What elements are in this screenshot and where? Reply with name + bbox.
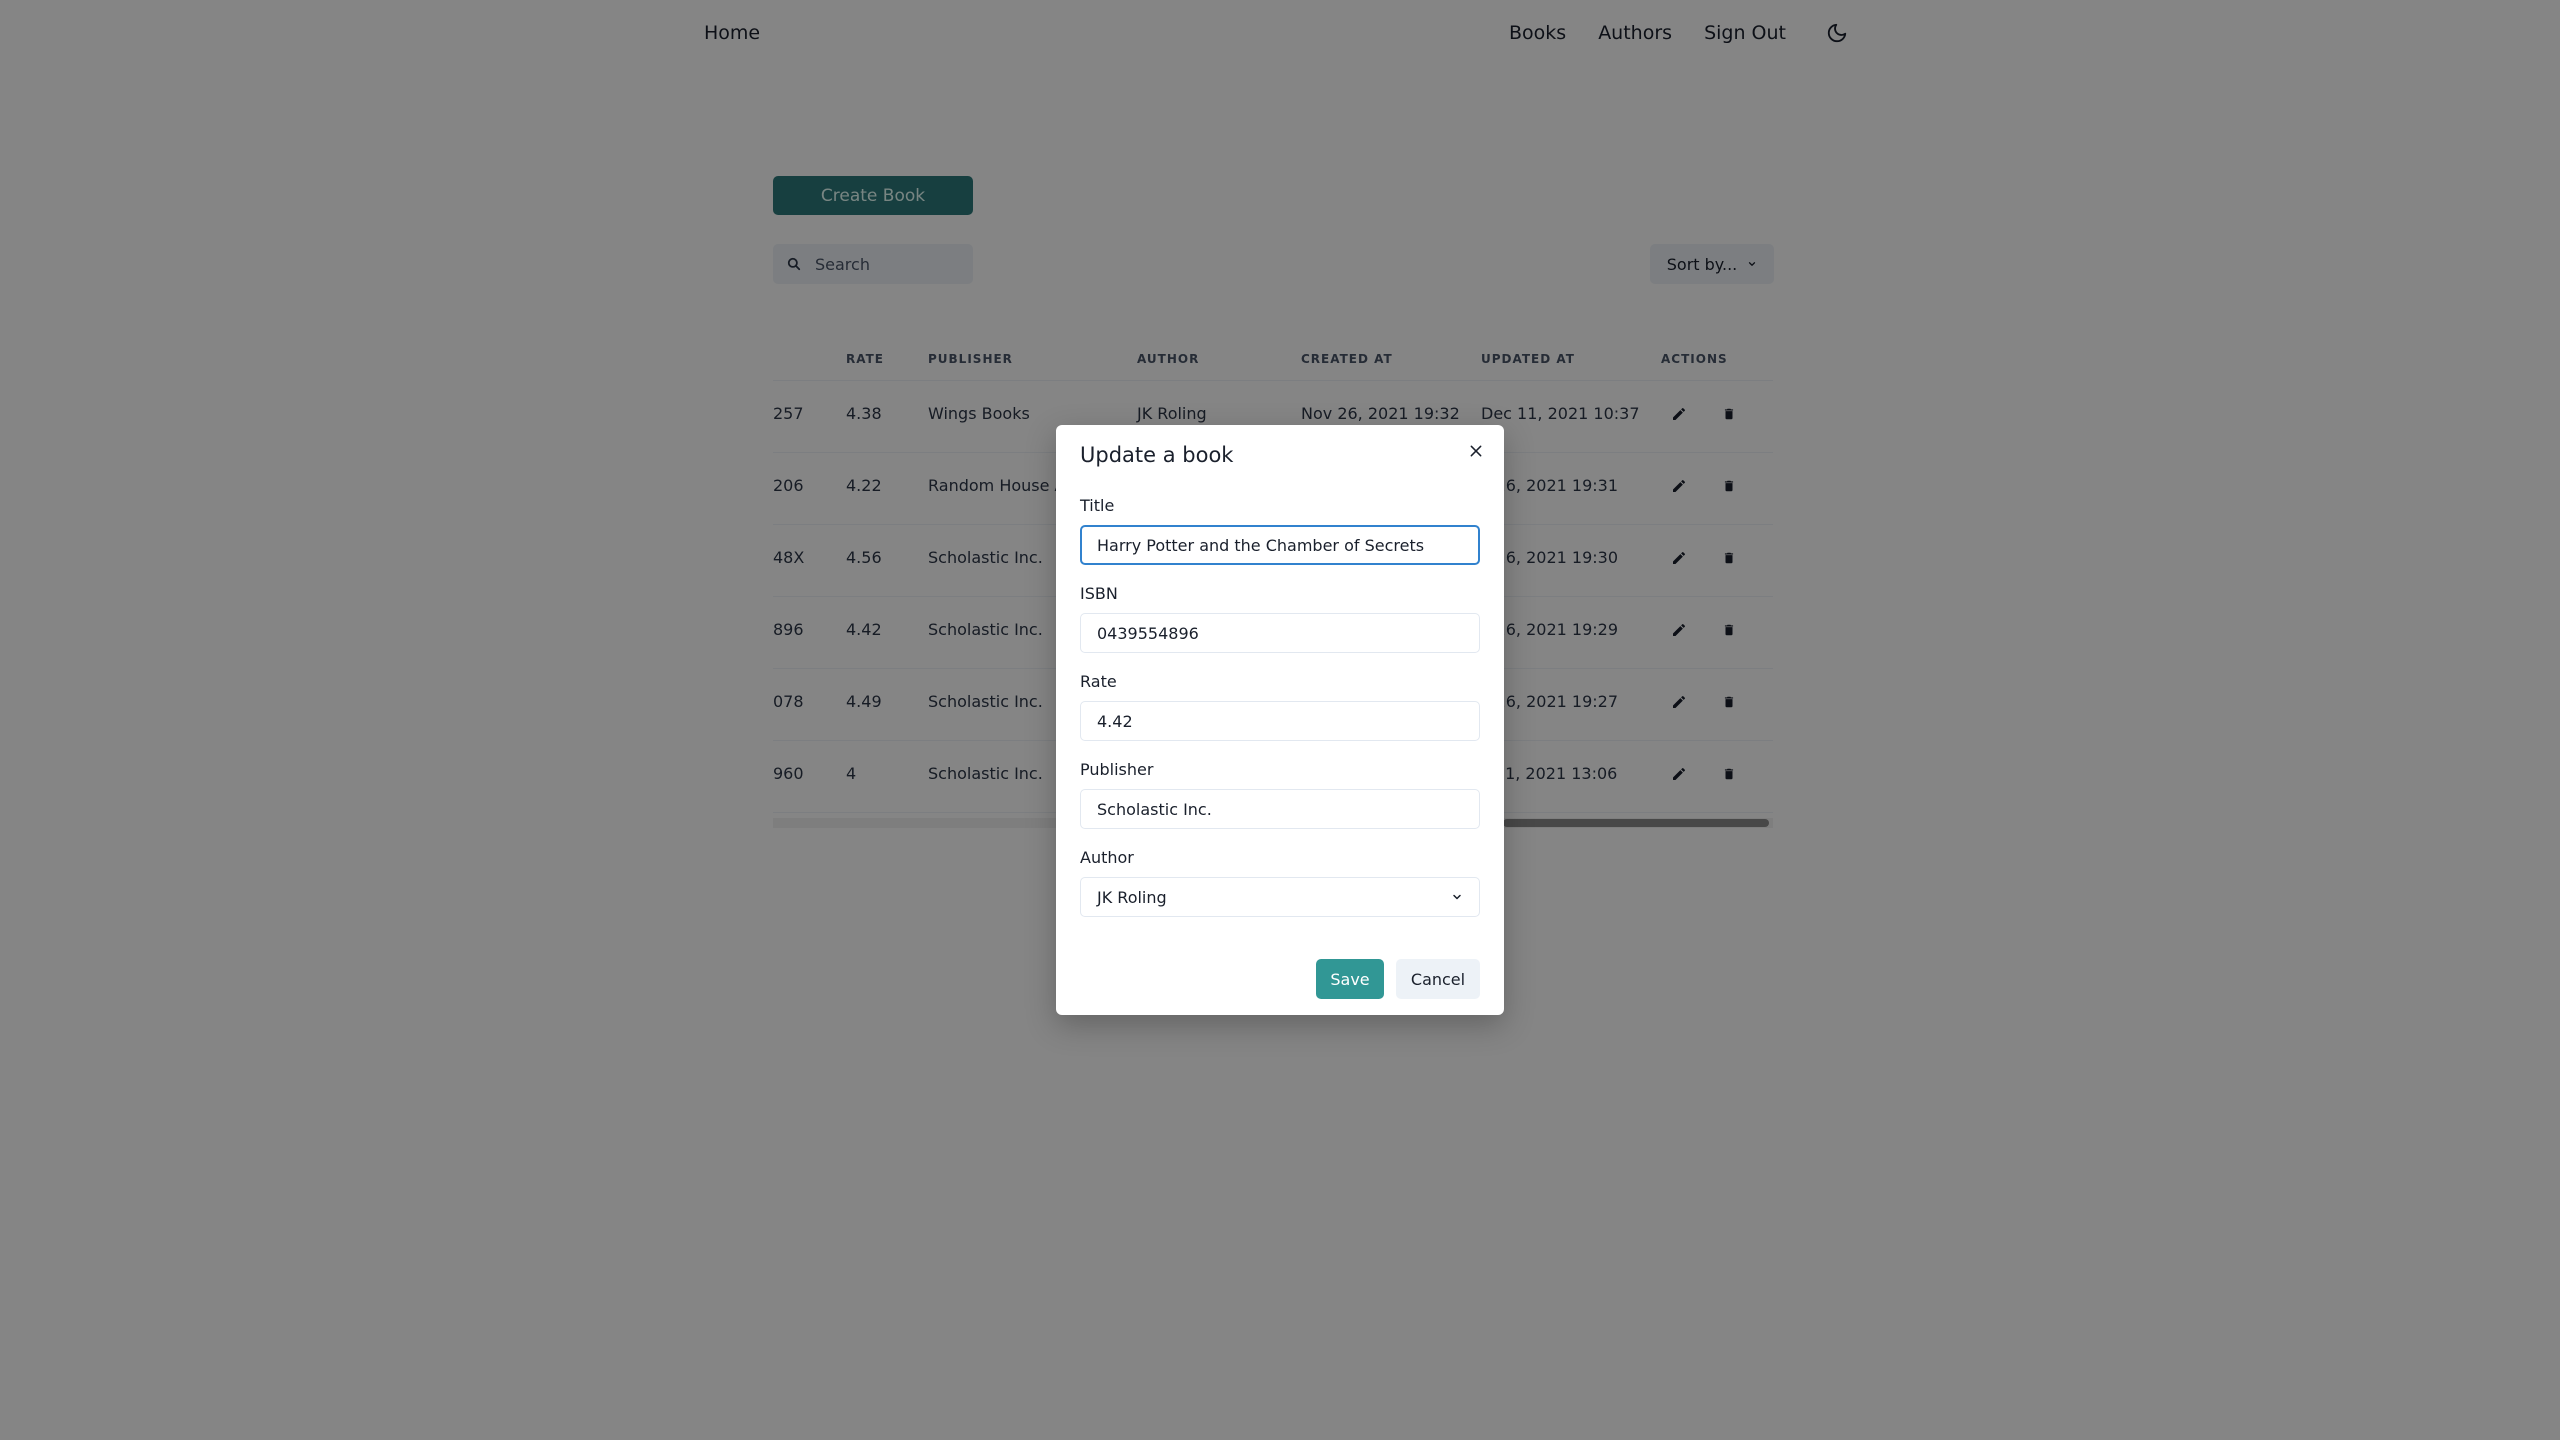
author-select-value: JK Roling (1097, 887, 1167, 907)
isbn-label: ISBN (1080, 584, 1118, 603)
publisher-label: Publisher (1080, 760, 1154, 779)
save-button[interactable]: Save (1316, 959, 1384, 999)
cancel-button[interactable]: Cancel (1396, 959, 1480, 999)
publisher-input[interactable] (1080, 789, 1480, 829)
author-label: Author (1080, 848, 1134, 867)
modal-title: Update a book (1080, 443, 1234, 467)
rate-input[interactable] (1080, 701, 1480, 741)
close-button[interactable] (1464, 439, 1488, 463)
chevron-down-icon (1453, 894, 1461, 900)
isbn-input[interactable] (1080, 613, 1480, 653)
close-icon (1470, 445, 1482, 457)
title-label: Title (1080, 496, 1115, 515)
page: Home Books Authors Sign Out Create Book … (0, 0, 2560, 1440)
author-select[interactable]: JK Roling (1080, 877, 1480, 917)
title-input[interactable] (1080, 525, 1480, 565)
rate-label: Rate (1080, 672, 1117, 691)
update-book-modal: Update a book Title ISBN Rate Publisher … (1056, 425, 1504, 1015)
